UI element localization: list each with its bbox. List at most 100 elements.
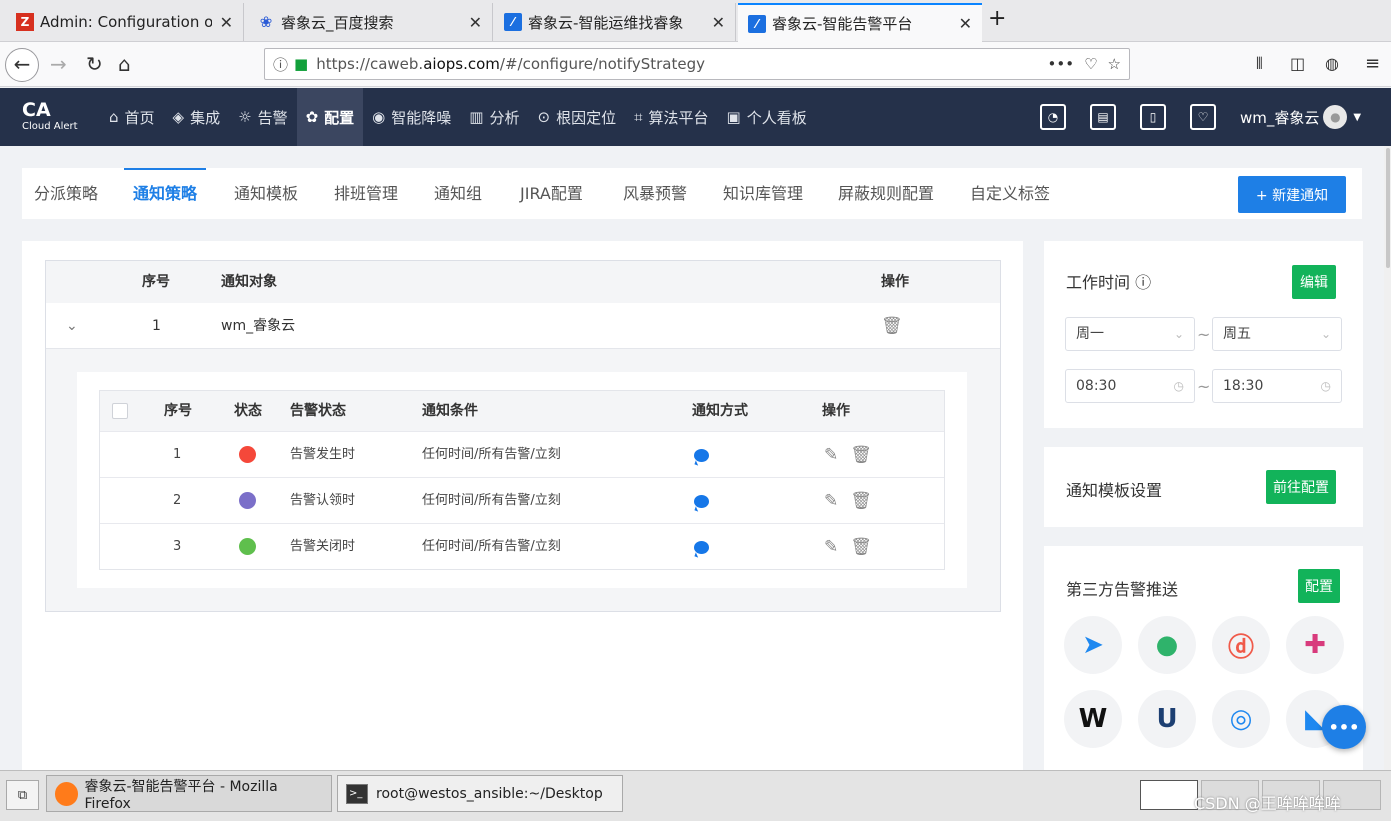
layers-icon: ◈ [172,108,185,126]
time-from-input[interactable]: 08:30 ◷ [1065,369,1195,403]
table-row[interactable]: 2 告警认领时 任何时间/所有告警/立刻 ✎ 🗑 [100,477,944,523]
browser-tab-aiops[interactable]: ⁄ 睿象云-智能运维找睿象 ✕ [494,3,736,41]
chat-bubble-icon[interactable]: ◎ [1212,690,1270,748]
menu-item-alert[interactable]: ☼ 告警 [229,88,296,146]
chevron-down-icon: ⌄ [1173,327,1184,341]
day-from-select[interactable]: 周一 ⌄ [1065,317,1195,351]
close-icon[interactable]: ✕ [959,14,972,33]
sidebar-icon[interactable]: ◫ [1290,51,1305,77]
template-settings-title: 通知模板设置 [1066,481,1163,500]
back-icon[interactable]: ← [5,48,39,82]
hamburger-menu-icon[interactable]: ≡ [1365,51,1380,77]
expand-chevron-icon[interactable]: ⌄ [66,303,78,349]
select-all-checkbox[interactable] [112,403,128,419]
pencil-icon[interactable]: ✎ [824,491,838,511]
pencil-icon[interactable]: ✎ [824,537,838,557]
edit-button[interactable]: 编辑 [1292,265,1336,299]
menu-item-dashboard[interactable]: ▣ 个人看板 [718,88,816,146]
trash-icon[interactable]: 🗑 [881,303,903,349]
menu-item-config[interactable]: ✿ 配置 [296,88,364,146]
menu-item-noise-reduction[interactable]: ◉ 智能降噪 [363,88,460,146]
time-to-input[interactable]: 18:30 ◷ [1212,369,1342,403]
close-icon[interactable]: ✕ [712,13,725,32]
table-row[interactable]: 1 告警发生时 任何时间/所有告警/立刻 ✎ 🗑 [100,431,944,477]
table-header: 序号 状态 告警状态 通知条件 通知方式 操作 [100,391,944,431]
close-icon[interactable]: ✕ [220,13,233,32]
wordpress-icon[interactable]: W [1064,690,1122,748]
day-to-select[interactable]: 周五 ⌄ [1212,317,1342,351]
info-icon[interactable]: ⓘ [1135,273,1151,292]
taskbar-firefox[interactable]: 睿象云-智能告警平台 - Mozilla Firefox [46,775,332,812]
goto-config-button[interactable]: 前往配置 [1266,470,1336,504]
time-value: 08:30 [1076,378,1117,394]
header-condition: 通知条件 [422,403,478,419]
forward-icon[interactable]: → [50,51,67,77]
trash-icon[interactable]: 🗑 [850,491,872,511]
tab-schedule[interactable]: 排班管理 [334,168,398,219]
taskbar-terminal[interactable]: >_ root@westos_ansible:~/Desktop [337,775,623,812]
tab-knowledge-base[interactable]: 知识库管理 [723,168,803,219]
reload-icon[interactable]: ↻ [86,51,103,77]
user-menu[interactable]: wm_睿象云 ● ▼ [1240,105,1361,129]
menu-item-analysis[interactable]: ▥ 分析 [460,88,528,146]
new-notify-button[interactable]: + 新建通知 [1238,176,1346,213]
pocket-icon[interactable]: ♡ [1084,55,1097,73]
clipboard-icon[interactable]: ▤ [1090,104,1116,130]
bear-icon[interactable]: ● [1138,616,1196,674]
row-seq: 1 [173,447,182,462]
browser-tab-active[interactable]: ⁄ 睿象云-智能告警平台 ✕ [738,3,982,42]
slack-icon[interactable]: ✚ [1286,616,1344,674]
menu-label: 首页 [124,108,155,127]
tab-jira-config[interactable]: JIRA配置 [520,168,583,219]
row-actions: ✎ 🗑 [824,524,884,570]
home-icon[interactable]: ⌂ [118,51,131,77]
header-icons: ◔ ▤ ▯ ♡ [1040,104,1240,130]
tab-mask-rules[interactable]: 屏蔽规则配置 [838,168,934,219]
logo[interactable]: CA Cloud Alert [22,100,78,134]
pagerduty-icon[interactable]: ⓓ [1212,616,1270,674]
header-method: 通知方式 [692,403,748,419]
chat-support-icon[interactable]: ••• [1322,705,1366,749]
bookmark-star-icon[interactable]: ☆ [1108,55,1121,73]
headset-icon[interactable]: ◔ [1040,104,1066,130]
pencil-icon[interactable]: ✎ [824,445,838,465]
tab-notify-group[interactable]: 通知组 [434,168,482,219]
url-bar[interactable]: ⓘ ■ https://caweb.aiops.com/#/configure/… [264,48,1130,80]
firefox-icon [55,781,79,806]
ca-icon: ⁄ [748,14,766,33]
tab-dispatch-strategy[interactable]: 分派策略 [34,168,98,219]
task-label: root@westos_ansible:~/Desktop [376,785,603,802]
browser-tab-zabbix[interactable]: Z Admin: Configuration of h ✕ [6,3,244,41]
menu-item-algorithm[interactable]: ⌗ 算法平台 [625,88,717,146]
tab-notify-template[interactable]: 通知模板 [234,168,298,219]
shield-u-icon[interactable]: U [1138,690,1196,748]
trash-icon[interactable]: 🗑 [850,537,872,557]
info-icon[interactable]: ⓘ [273,54,288,75]
scrollbar-thumb[interactable] [1386,148,1390,268]
close-icon[interactable]: ✕ [469,13,482,32]
page-actions-icon[interactable]: ••• [1048,55,1075,73]
dingtalk-icon[interactable]: ➤ [1064,616,1122,674]
baidu-paw-icon: ❀ [259,13,273,31]
table-row[interactable]: 3 告警关闭时 任何时间/所有告警/立刻 ✎ 🗑 [100,523,944,569]
browser-tab-label: 睿象云_百度搜索 [281,13,394,32]
row-condition: 任何时间/所有告警/立刻 [422,493,561,508]
heart-monitor-icon[interactable]: ♡ [1190,104,1216,130]
menu-item-integration[interactable]: ◈ 集成 [164,88,230,146]
new-tab-icon[interactable]: + [988,6,1006,31]
workspace-1[interactable] [1140,780,1198,810]
config-button[interactable]: 配置 [1298,569,1340,603]
book-icon[interactable]: ▯ [1140,104,1166,130]
library-icon[interactable]: ⫴ [1256,51,1263,77]
table-row[interactable]: ⌄ 1 wm_睿象云 🗑 [46,303,1000,349]
extension-icon[interactable]: ◍ [1325,51,1339,77]
menu-item-home[interactable]: ⌂ 首页 [100,88,164,146]
trash-icon[interactable]: 🗑 [850,445,872,465]
tab-custom-tags[interactable]: 自定义标签 [970,168,1050,219]
tab-notify-strategy[interactable]: 通知策略 [124,168,206,219]
browser-tab-baidu[interactable]: ❀ 睿象云_百度搜索 ✕ [247,3,493,41]
show-desktop-icon[interactable]: ⧉ [6,780,39,810]
menu-item-root-cause[interactable]: ⊙ 根因定位 [528,88,625,146]
tab-storm-warning[interactable]: 风暴预警 [623,168,687,219]
chat-bubble-icon [694,541,709,554]
